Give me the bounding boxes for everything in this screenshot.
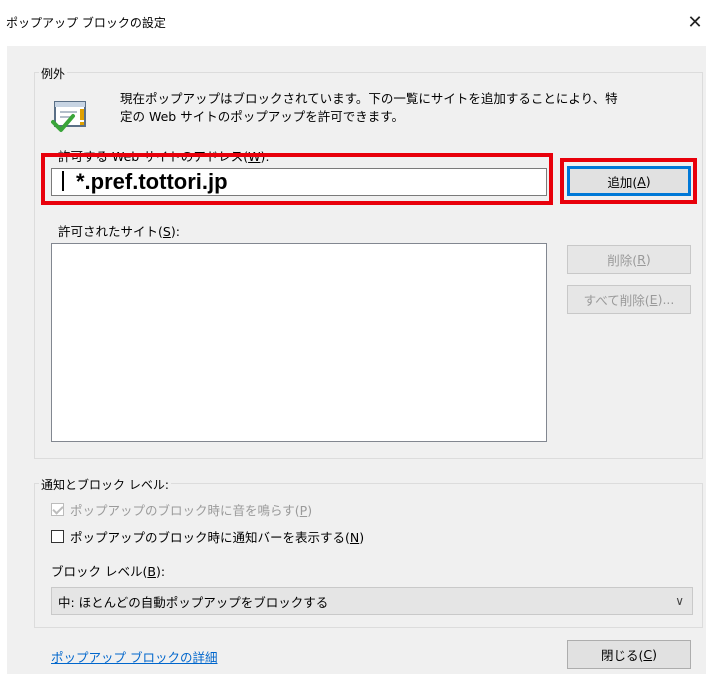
window-title: ポップアップ ブロックの設定 bbox=[6, 16, 166, 30]
popup-blocker-settings-dialog: ポップアップ ブロックの設定 ✕ 例外 現在ポップアップはブロックされています。… bbox=[0, 0, 706, 674]
notification-legend: 通知とブロック レベル: bbox=[39, 476, 171, 493]
address-label-text: 許可する Web サイトのアドレス( bbox=[58, 149, 249, 164]
close-icon[interactable]: ✕ bbox=[684, 6, 706, 38]
add-button[interactable]: 追加(A) bbox=[567, 166, 691, 196]
sound-checkbox-suffix: ) bbox=[307, 503, 313, 518]
notification-bar-checkbox-suffix: ) bbox=[359, 530, 365, 545]
sound-checkbox-label: ポップアップのブロック時に音を鳴らす(P) bbox=[70, 500, 312, 519]
allowed-sites-label-accesskey: S bbox=[162, 224, 171, 239]
add-button-label: 追加( bbox=[607, 174, 638, 190]
allowed-sites-label-text: 許可されたサイト( bbox=[58, 224, 163, 239]
exceptions-description: 現在ポップアップはブロックされています。下の一覧にサイトを追加することにより、特… bbox=[120, 90, 690, 126]
block-level-label-text: ブロック レベル( bbox=[51, 564, 148, 579]
add-button-suffix: ) bbox=[645, 173, 651, 189]
address-label-suffix: ): bbox=[260, 149, 270, 164]
remove-all-button-suffix: )... bbox=[657, 292, 675, 307]
add-button-accesskey: A bbox=[637, 173, 646, 189]
site-address-input[interactable] bbox=[51, 168, 547, 196]
chevron-down-icon: ∨ bbox=[675, 594, 684, 608]
popup-blocker-details-link[interactable]: ポップアップ ブロックの詳細 bbox=[51, 647, 217, 666]
block-level-label-suffix: ): bbox=[155, 564, 166, 579]
description-line-1: 現在ポップアップはブロックされています。下の一覧にサイトを追加することにより、特 bbox=[120, 91, 618, 106]
remove-button-label: 削除( bbox=[607, 253, 638, 268]
text-caret bbox=[62, 171, 64, 191]
sound-checkbox-row[interactable]: ポップアップのブロック時に音を鳴らす(P) bbox=[51, 500, 312, 519]
block-level-label-accesskey: B bbox=[147, 564, 156, 579]
notification-bar-checkbox-row[interactable]: ポップアップのブロック時に通知バーを表示する(N) bbox=[51, 527, 364, 546]
remove-all-button-accesskey: E bbox=[649, 292, 658, 307]
close-button-label: 閉じる( bbox=[600, 648, 644, 663]
close-button[interactable]: 閉じる(C) bbox=[567, 640, 691, 669]
exceptions-legend: 例外 bbox=[39, 65, 68, 82]
allowed-sites-list[interactable] bbox=[51, 243, 547, 442]
remove-all-button[interactable]: すべて削除(E)... bbox=[567, 285, 691, 314]
sound-checkbox-text: ポップアップのブロック時に音を鳴らす( bbox=[70, 503, 300, 518]
notification-bar-checkbox-label: ポップアップのブロック時に通知バーを表示する(N) bbox=[70, 527, 364, 546]
popup-allow-icon bbox=[51, 101, 86, 132]
description-line-2: 定の Web サイトのポップアップを許可できます。 bbox=[120, 109, 404, 124]
allowed-sites-label: 許可されたサイト(S): bbox=[58, 221, 180, 240]
sound-checkbox[interactable] bbox=[51, 503, 64, 516]
title-bar: ポップアップ ブロックの設定 ✕ bbox=[0, 0, 706, 44]
remove-button[interactable]: 削除(R) bbox=[567, 245, 691, 274]
block-level-label: ブロック レベル(B): bbox=[51, 561, 165, 580]
remove-button-accesskey: R bbox=[637, 252, 646, 267]
notification-bar-checkbox-accesskey: N bbox=[349, 530, 360, 545]
block-level-select[interactable]: 中: ほとんどの自動ポップアップをブロックする ∨ bbox=[51, 587, 693, 615]
block-level-value: 中: ほとんどの自動ポップアップをブロックする bbox=[58, 594, 329, 610]
remove-button-suffix: ) bbox=[645, 252, 651, 267]
notification-bar-checkbox[interactable] bbox=[51, 530, 64, 543]
notification-bar-checkbox-text: ポップアップのブロック時に通知バーを表示する( bbox=[70, 530, 350, 545]
remove-all-button-label: すべて削除( bbox=[583, 293, 650, 308]
close-button-accesskey: C bbox=[643, 647, 653, 662]
address-label: 許可する Web サイトのアドレス(W): bbox=[58, 146, 270, 165]
close-button-suffix: ) bbox=[652, 647, 657, 662]
address-label-accesskey: W bbox=[248, 149, 261, 164]
allowed-sites-label-suffix: ): bbox=[170, 224, 180, 239]
